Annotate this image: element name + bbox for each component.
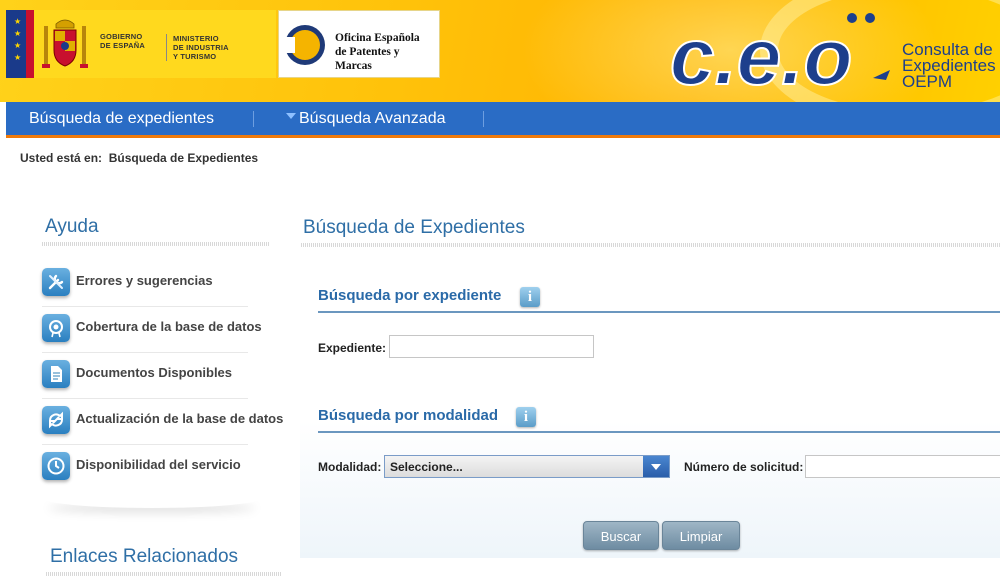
ceo-logo-text: c.e.o <box>670 12 852 98</box>
tools-icon <box>42 268 70 296</box>
clock-icon <box>42 452 70 480</box>
site-header: ★ ★ ★ ★ GOBIERNO DE ESPAÑA MINISTERIO DE… <box>0 0 1000 102</box>
modalidad-select[interactable]: Seleccione... <box>384 455 670 478</box>
oepm-logo-icon <box>283 25 325 65</box>
sidebar-item-label: Actualización de la base de datos <box>76 411 284 426</box>
nav-arrow-icon <box>286 113 296 119</box>
sidebar-item-label: Disponibilidad del servicio <box>76 457 241 472</box>
modalidad-selected-value: Seleccione... <box>390 460 463 474</box>
sidebar-item-label: Cobertura de la base de datos <box>76 319 262 334</box>
sidebar-item-documentos[interactable]: Documentos Disponibles <box>42 358 278 402</box>
government-text: GOBIERNO DE ESPAÑA <box>100 32 146 50</box>
coverage-icon <box>42 314 70 342</box>
info-icon[interactable]: i <box>516 407 536 427</box>
sidebar-item-label: Errores y sugerencias <box>76 273 213 288</box>
numero-solicitud-input[interactable] <box>805 455 1000 478</box>
sidebar-item-errores[interactable]: Errores y sugerencias <box>42 266 278 310</box>
help-title-rule <box>42 242 270 246</box>
sidebar-item-actualizacion[interactable]: Actualización de la base de datos <box>42 404 283 448</box>
eu-flag-icon: ★ ★ ★ ★ <box>6 10 34 78</box>
breadcrumb-prefix: Usted está en: <box>20 151 103 165</box>
section-title-modalidad: Búsqueda por modalidad <box>318 407 499 424</box>
main-navigation: Búsqueda de expedientes Búsqueda Avanzad… <box>6 102 1000 138</box>
section-title-expediente: Búsqueda por expediente <box>318 287 502 304</box>
sidebar-item-label: Documentos Disponibles <box>76 365 233 380</box>
nav-busqueda-avanzada[interactable]: Búsqueda Avanzada <box>299 102 446 135</box>
ministry-text: MINISTERIO DE INDUSTRIA Y TURISMO <box>166 34 229 61</box>
info-icon[interactable]: i <box>520 287 540 307</box>
nav-separator <box>483 111 484 127</box>
related-links-title: Enlaces Relacionados <box>50 546 239 567</box>
sidebar-shadow <box>42 488 262 508</box>
document-icon <box>42 360 70 388</box>
search-button[interactable]: Buscar <box>583 521 659 550</box>
oepm-logo[interactable]: Oficina Española de Patentes y Marcas <box>278 10 440 78</box>
app-window: ★ ★ ★ ★ GOBIERNO DE ESPAÑA MINISTERIO DE… <box>0 0 1000 580</box>
oepm-logo-text: Oficina Española de Patentes y Marcas <box>335 32 420 72</box>
section-divider <box>318 431 1000 433</box>
nav-separator <box>253 111 254 127</box>
expediente-input[interactable] <box>389 335 594 358</box>
breadcrumb: Usted está en: Búsqueda de Expedientes <box>20 151 258 165</box>
refresh-icon <box>42 406 70 434</box>
ceo-subtitle: Consulta de Expedientes OEPM <box>902 40 996 91</box>
coat-of-arms-icon <box>42 19 88 68</box>
page-title-rule <box>301 243 1000 247</box>
related-links-rule <box>46 572 282 576</box>
clear-button[interactable]: Limpiar <box>662 521 740 550</box>
help-title: Ayuda <box>45 216 99 237</box>
page-title: Búsqueda de Expedientes <box>303 217 525 238</box>
sidebar-item-cobertura[interactable]: Cobertura de la base de datos <box>42 312 278 356</box>
breadcrumb-current: Búsqueda de Expedientes <box>108 151 259 165</box>
ceo-logo[interactable]: c.e.o <box>668 8 898 98</box>
nav-busqueda-expedientes[interactable]: Búsqueda de expedientes <box>29 102 214 135</box>
modalidad-label: Modalidad: <box>318 460 382 474</box>
chevron-down-icon[interactable] <box>643 456 669 477</box>
government-logo[interactable]: ★ ★ ★ ★ GOBIERNO DE ESPAÑA MINISTERIO DE… <box>6 10 276 78</box>
numero-solicitud-label: Número de solicitud: <box>684 460 804 474</box>
section-divider <box>318 311 1000 313</box>
expediente-label: Expediente: <box>318 341 387 355</box>
